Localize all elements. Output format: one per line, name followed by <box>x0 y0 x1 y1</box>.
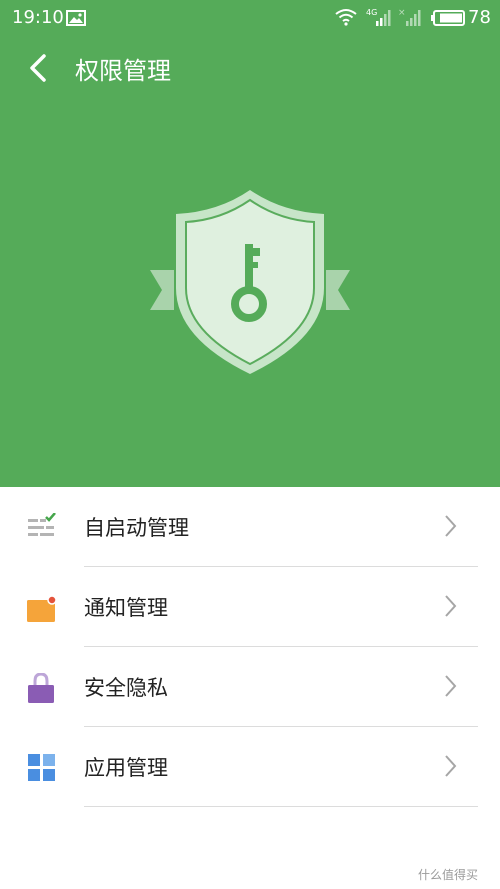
divider <box>84 806 478 807</box>
battery-icon <box>431 10 465 26</box>
menu-item-label: 通知管理 <box>84 596 168 620</box>
chevron-right-icon <box>445 755 457 777</box>
app-grid-icon <box>28 754 55 781</box>
menu-item-app-management[interactable]: 应用管理 <box>0 727 500 807</box>
menu-item-label: 安全隐私 <box>84 676 168 700</box>
back-button[interactable] <box>22 50 56 86</box>
menu-item-notification[interactable]: 通知管理 <box>0 567 500 647</box>
menu-item-label: 应用管理 <box>84 756 168 780</box>
wifi-icon <box>335 9 357 26</box>
permission-menu: 自启动管理 通知管理 安全隐私 应用管理 <box>0 487 500 807</box>
page-title: 权限管理 <box>75 57 171 85</box>
chevron-right-icon <box>445 515 457 537</box>
network-type-label: 4G <box>366 8 377 17</box>
header-banner: 19:10 4G × 78 权限管理 <box>0 0 500 487</box>
status-bar: 19:10 4G × 78 <box>0 0 500 36</box>
signal-strength-2-icon: × <box>398 8 421 26</box>
svg-text:×: × <box>398 8 406 18</box>
watermark: 什么值得买 <box>418 868 479 882</box>
menu-item-label: 自启动管理 <box>84 516 189 540</box>
lock-icon <box>28 673 54 703</box>
menu-item-security-privacy[interactable]: 安全隐私 <box>0 647 500 727</box>
signal-strength-icon: 4G <box>366 8 391 26</box>
chevron-left-icon <box>30 54 46 82</box>
status-time: 19:10 <box>12 7 64 28</box>
notification-icon <box>27 595 57 622</box>
menu-item-autostart[interactable]: 自启动管理 <box>0 487 500 567</box>
battery-percent: 78 <box>468 7 491 28</box>
chevron-right-icon <box>445 675 457 697</box>
shield-key-icon <box>150 190 350 374</box>
autostart-list-icon <box>28 513 56 536</box>
chevron-right-icon <box>445 595 457 617</box>
image-notification-icon <box>66 10 86 26</box>
